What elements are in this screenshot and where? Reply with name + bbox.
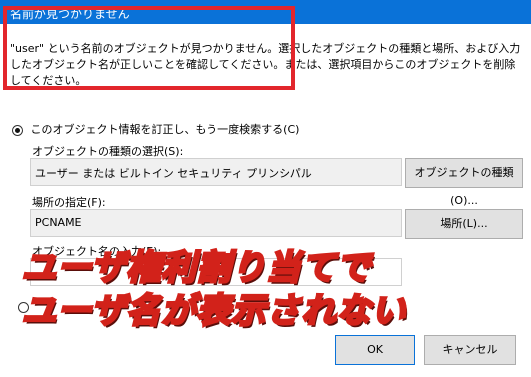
correct-search-radio[interactable] — [12, 124, 23, 136]
object-type-label: オブジェクトの種類の選択(S): — [32, 145, 184, 158]
correct-search-label: このオブジェクト情報を訂正し、もう一度検索する(C) — [30, 123, 300, 136]
location-field: PCNAME — [30, 209, 402, 237]
location-label: 場所の指定(F): — [32, 196, 106, 209]
object-types-button[interactable]: オブジェクトの種類(O)... — [405, 158, 523, 207]
ok-button[interactable]: OK — [335, 335, 415, 365]
overlay-caption-line1: ユーザ権利割り当てで — [21, 247, 372, 290]
highlight-box — [3, 6, 295, 90]
object-type-field: ユーザー または ビルトイン セキュリティ プリンシパル — [30, 158, 402, 186]
cancel-button[interactable]: キャンセル — [424, 335, 516, 365]
correct-search-option[interactable]: このオブジェクト情報を訂正し、もう一度検索する(C) — [12, 121, 299, 137]
locations-button[interactable]: 場所(L)... — [405, 209, 523, 239]
overlay-caption-line2: ユーザ名が表示されない — [21, 290, 407, 333]
